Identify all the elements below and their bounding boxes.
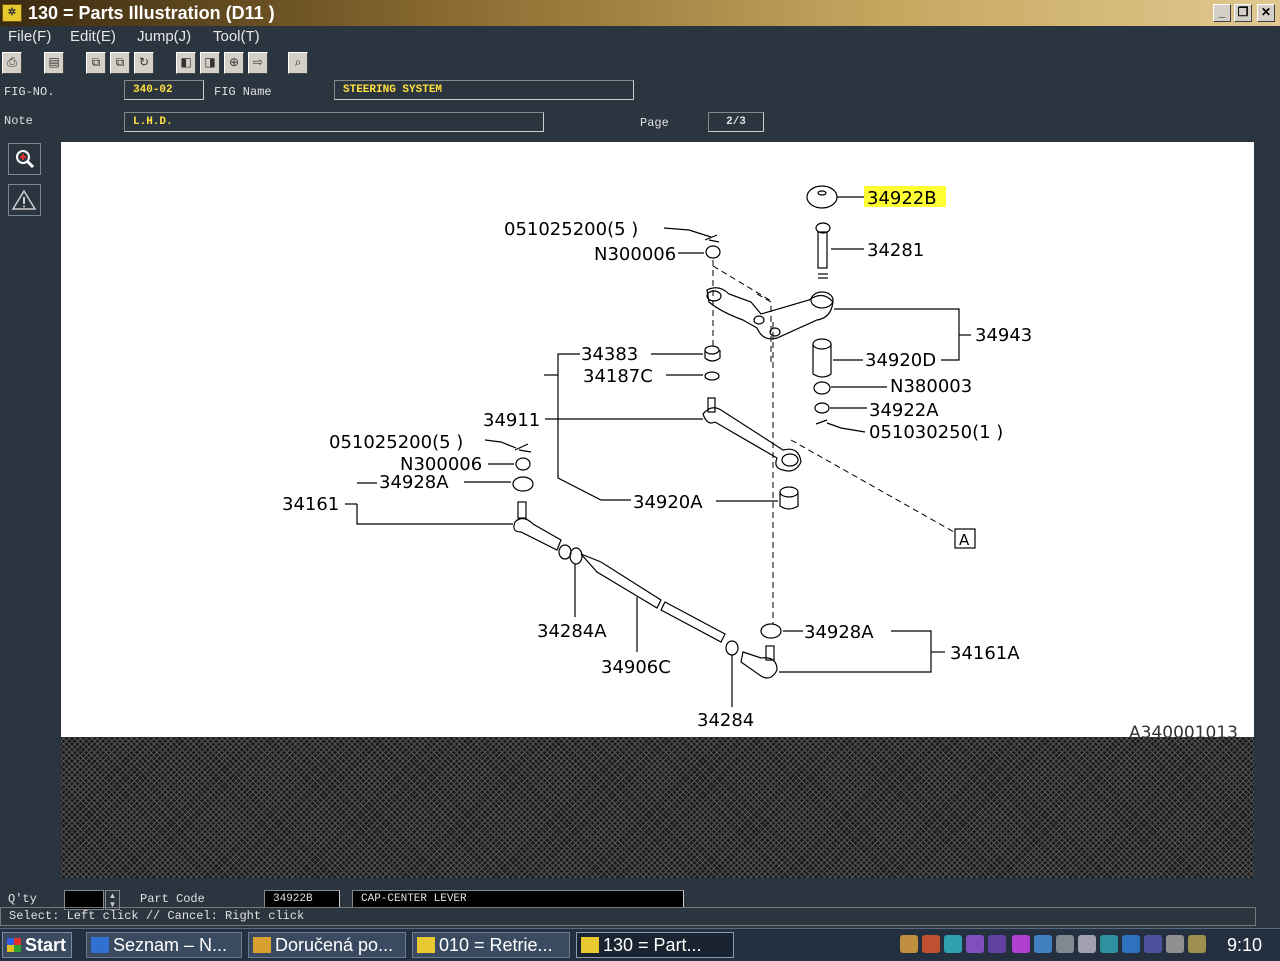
page-field: 2/3 <box>708 112 764 132</box>
clock[interactable]: 9:10 <box>1227 929 1262 961</box>
menu-edit[interactable]: Edit(E) <box>70 26 116 48</box>
callout-34943[interactable]: 34943 <box>975 325 1032 346</box>
copy-icon[interactable]: ⧉ <box>86 52 106 74</box>
tray-icon-sync[interactable] <box>1100 935 1118 953</box>
window-title: 130 = Parts Illustration (D11 ) <box>28 3 275 23</box>
tray-icon-app[interactable] <box>922 935 940 953</box>
title-bar: ✲ 130 = Parts Illustration (D11 ) _ ❐ ✕ <box>0 0 1280 26</box>
start-button[interactable]: Start <box>2 932 72 958</box>
app-icon <box>417 937 435 953</box>
print-icon[interactable]: ⎙ <box>2 52 22 74</box>
callout-N380003[interactable]: N380003 <box>890 376 972 397</box>
warning-button[interactable] <box>8 184 41 216</box>
previous-page-icon[interactable]: ◧ <box>176 52 196 74</box>
callout-34928A-lower[interactable]: 34928A <box>804 622 874 643</box>
status-bar: Select: Left click // Cancel: Right clic… <box>0 907 1256 926</box>
add-icon[interactable]: ⊕ <box>224 52 244 74</box>
callout-N300006-upper[interactable]: N300006 <box>594 244 676 265</box>
task-dorucena[interactable]: Doručená po... <box>248 932 406 958</box>
callout-051030250[interactable]: 051030250(1 ) <box>869 422 1003 443</box>
task-seznam[interactable]: Seznam – N... <box>86 932 242 958</box>
qty-label: Q'ty <box>8 892 37 906</box>
volume-icon[interactable] <box>1034 935 1052 953</box>
tray-icon-windows[interactable] <box>1122 935 1140 953</box>
tray-icon-display[interactable] <box>1056 935 1074 953</box>
callout-051025200-lower[interactable]: 051025200(5 ) <box>329 432 463 453</box>
callout-34911[interactable]: 34911 <box>483 410 540 431</box>
document-icon[interactable]: ▤ <box>44 52 64 74</box>
callout-34161A[interactable]: 34161A <box>950 643 1020 664</box>
mail-icon <box>253 937 271 953</box>
task-retrieve[interactable]: 010 = Retrie... <box>412 932 570 958</box>
tray-icon-update[interactable] <box>988 935 1006 953</box>
parts-illustration[interactable]: 34922B 051025200(5 ) N300006 34281 34943… <box>61 142 1254 737</box>
callout-34187C[interactable]: 34187C <box>583 366 653 387</box>
next-page-icon[interactable]: ◨ <box>200 52 220 74</box>
start-label: Start <box>25 935 67 955</box>
app-icon <box>581 937 599 953</box>
task-label: Seznam – N... <box>113 935 228 955</box>
tray-icon-network[interactable] <box>944 935 962 953</box>
callout-34161[interactable]: 34161 <box>282 494 339 515</box>
close-button[interactable]: ✕ <box>1257 4 1275 22</box>
menu-bar: File(F) Edit(E) Jump(J) Tool(T) <box>0 26 1280 48</box>
tray-icon-security[interactable] <box>1188 935 1206 953</box>
callout-34922B[interactable]: 34922B <box>867 188 937 209</box>
minimize-button[interactable]: _ <box>1213 4 1231 22</box>
taskbar: Start Seznam – N... Doručená po... 010 =… <box>0 928 1280 960</box>
part-code-field: 34922B <box>264 890 340 908</box>
tray-icon-cs[interactable] <box>900 935 918 953</box>
tray-icon-settings[interactable] <box>1166 935 1184 953</box>
callout-34284[interactable]: 34284 <box>697 710 754 731</box>
paste-icon[interactable]: ⧉ <box>110 52 130 74</box>
menu-tool[interactable]: Tool(T) <box>213 26 260 48</box>
callout-A: A <box>959 531 970 549</box>
callout-34928A-upper[interactable]: 34928A <box>379 472 449 493</box>
tray-icon-shield[interactable] <box>966 935 984 953</box>
callout-34906C[interactable]: 34906C <box>601 657 671 678</box>
note-field: L.H.D. <box>124 112 544 132</box>
export-icon[interactable]: ⇨ <box>248 52 268 74</box>
search-document-icon[interactable]: ⌕ <box>288 52 308 74</box>
empty-list-area <box>61 738 1254 878</box>
callout-34284A[interactable]: 34284A <box>537 621 607 642</box>
fig-no-field: 340-02 <box>124 80 204 100</box>
toolbar: ⎙ ▤ ⧉ ⧉ ↻ ◧ ◨ ⊕ ⇨ ⌕ <box>0 50 1280 76</box>
fig-name-field: STEERING SYSTEM <box>334 80 634 100</box>
fig-name-label: FIG Name <box>214 85 272 99</box>
app-icon: ✲ <box>2 4 22 22</box>
task-label: Doručená po... <box>275 935 394 955</box>
fig-no-label: FIG-NO. <box>4 85 55 99</box>
callout-051025200-upper[interactable]: 051025200(5 ) <box>504 219 638 240</box>
refresh-icon[interactable]: ↻ <box>134 52 154 74</box>
callout-34383[interactable]: 34383 <box>581 344 638 365</box>
task-label: 130 = Part... <box>603 935 702 955</box>
task-parts-illustration[interactable]: 130 = Part... <box>576 932 734 958</box>
callout-34281[interactable]: 34281 <box>867 240 924 261</box>
windows-logo-icon <box>7 938 21 952</box>
callout-34920D[interactable]: 34920D <box>865 350 936 371</box>
note-label: Note <box>4 114 33 128</box>
tray-icon-tools[interactable] <box>1078 935 1096 953</box>
callout-34922A[interactable]: 34922A <box>869 400 939 421</box>
browser-icon <box>91 937 109 953</box>
tray-icon-cloud[interactable] <box>1144 935 1162 953</box>
illustration-code: A340001013 <box>1129 723 1238 737</box>
zoom-button[interactable] <box>8 143 41 175</box>
part-code-label: Part Code <box>140 892 205 906</box>
menu-jump[interactable]: Jump(J) <box>137 26 191 48</box>
task-label: 010 = Retrie... <box>439 935 553 955</box>
menu-file[interactable]: File(F) <box>8 26 51 48</box>
part-description-field: CAP-CENTER LEVER <box>352 890 684 908</box>
zoom-icon <box>16 150 35 169</box>
page-label: Page <box>640 116 669 130</box>
restore-button[interactable]: ❐ <box>1234 4 1252 22</box>
tray-icon-play[interactable] <box>1012 935 1030 953</box>
callout-34920A[interactable]: 34920A <box>633 492 703 513</box>
warning-icon <box>11 189 37 210</box>
